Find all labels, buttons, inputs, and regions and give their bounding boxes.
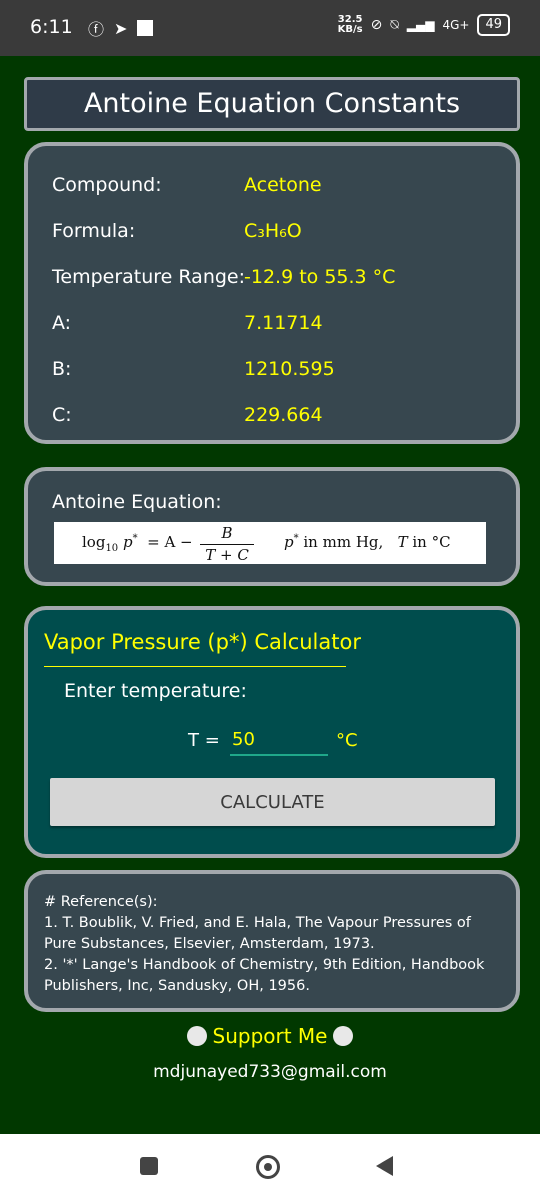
reference-2: 2. '*' Lange's Handbook of Chemistry, 9t… <box>44 957 485 994</box>
references-heading: # Reference(s): <box>44 894 158 910</box>
equation-fraction: B T + C <box>200 524 254 564</box>
signal-icon: ▂▄▆ <box>406 18 435 32</box>
recents-icon[interactable] <box>140 1157 158 1175</box>
t-prefix: T = <box>188 730 220 751</box>
formula-value: C₃H₆O <box>244 220 302 242</box>
references-text: # Reference(s): 1. T. Boublik, V. Fried,… <box>44 892 502 997</box>
mute-icon: ⍉ <box>390 17 399 33</box>
c-value: 229.664 <box>244 404 323 426</box>
equation-image: log10 p* = A − B T + C p* in mm Hg, T in… <box>54 522 486 564</box>
status-icons-right: 32.5 KB/s ⊘ ⍉ ▂▄▆ 4G+ 49 <box>338 14 510 36</box>
equation-units: p* in mm Hg, T in °C <box>284 533 451 551</box>
support-me-link[interactable]: Support Me <box>0 1024 540 1048</box>
formula-label: Formula: <box>52 220 136 242</box>
facebook-icon: ⓕ <box>88 20 105 39</box>
compound-value: Acetone <box>244 174 322 196</box>
battery-icon: 49 <box>477 14 510 36</box>
a-value: 7.11714 <box>244 312 323 334</box>
enter-temperature-label: Enter temperature: <box>64 680 247 702</box>
status-time: 6:11 <box>30 16 73 38</box>
home-icon[interactable] <box>256 1155 280 1179</box>
alarm-icon: ⊘ <box>370 17 383 33</box>
contact-email[interactable]: mdjunayed733@gmail.com <box>0 1062 540 1082</box>
page-title: Antoine Equation Constants <box>24 77 520 131</box>
calculator-title: Vapor Pressure (p*) Calculator <box>44 630 361 654</box>
calculate-button[interactable]: CALCULATE <box>50 778 495 826</box>
send-icon: ➤ <box>114 18 128 38</box>
title-underline <box>44 666 346 667</box>
circle-icon <box>186 1026 207 1046</box>
back-icon[interactable] <box>376 1156 393 1176</box>
temperature-input[interactable] <box>230 724 328 756</box>
equation-panel: Antoine Equation: log10 p* = A − B T + C… <box>24 467 520 586</box>
temp-range-label: Temperature Range: <box>52 266 246 288</box>
references-panel: # Reference(s): 1. T. Boublik, V. Fried,… <box>24 870 520 1012</box>
constants-panel: Compound: Acetone Formula: C₃H₆O Tempera… <box>24 142 520 444</box>
network-type: 4G+ <box>442 18 470 32</box>
b-value: 1210.595 <box>244 358 335 380</box>
network-speed: 32.5 KB/s <box>337 14 363 35</box>
circle-icon <box>333 1026 354 1046</box>
reference-1: 1. T. Boublik, V. Fried, and E. Hala, Th… <box>44 915 471 952</box>
temperature-unit: °C <box>336 730 358 751</box>
c-label: C: <box>52 404 72 426</box>
temp-range-value: -12.9 to 55.3 °C <box>244 266 396 288</box>
status-bar: 6:11 ⓕ ➤ 32.5 KB/s ⊘ ⍉ ▂▄▆ 4G+ 49 <box>0 0 540 56</box>
calculator-panel: Vapor Pressure (p*) Calculator Enter tem… <box>24 606 520 858</box>
a-label: A: <box>52 312 72 334</box>
b-label: B: <box>52 358 72 380</box>
system-nav-bar <box>0 1134 540 1200</box>
app-notification-icon <box>137 20 154 36</box>
compound-label: Compound: <box>52 174 162 196</box>
equation-label: Antoine Equation: <box>52 491 222 513</box>
status-icons-left: ⓕ ➤ <box>88 16 154 40</box>
equation-lhs: log10 p* = A − <box>82 533 193 554</box>
